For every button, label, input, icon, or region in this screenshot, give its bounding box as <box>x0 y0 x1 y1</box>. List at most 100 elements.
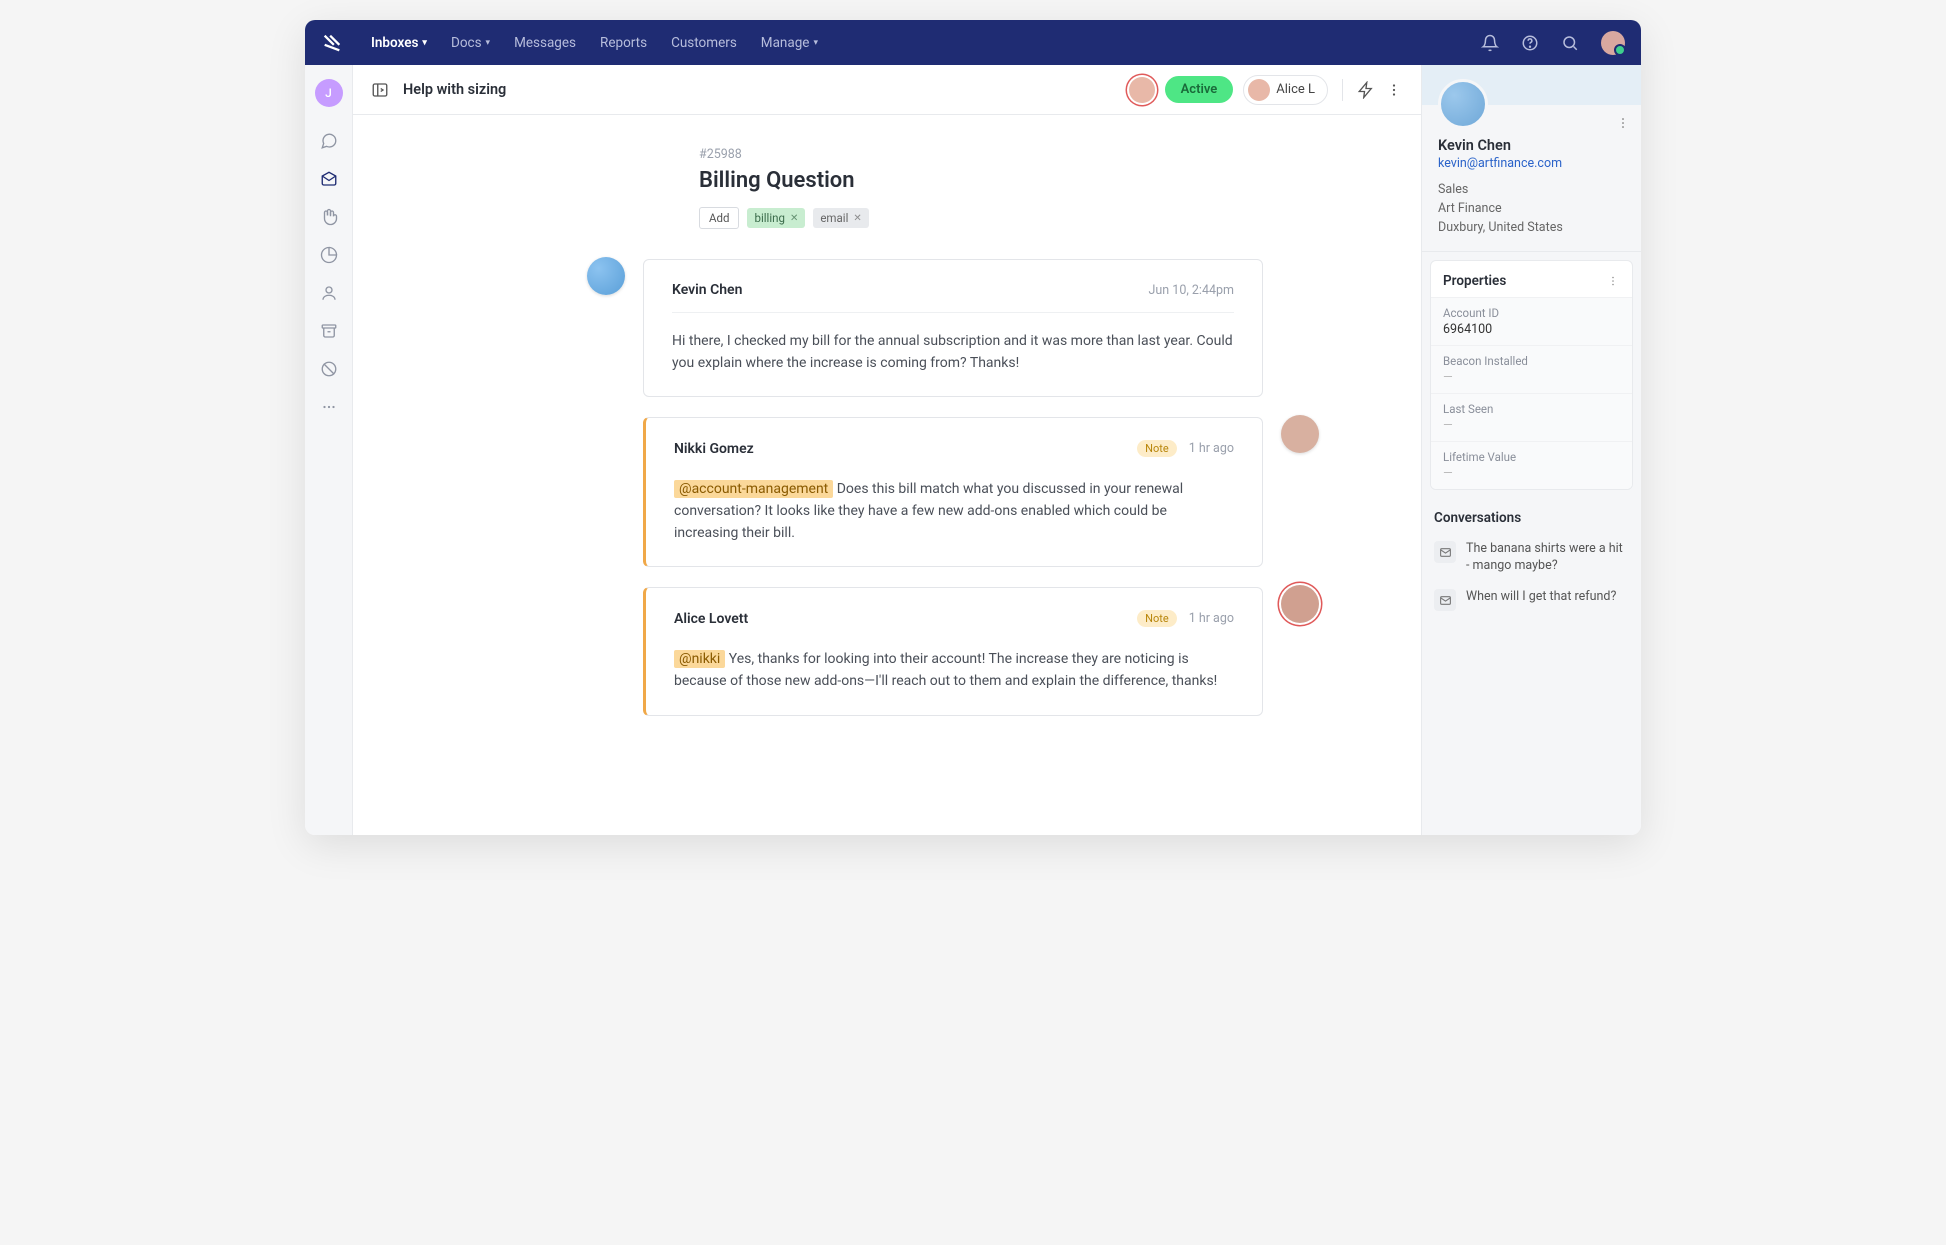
message-head: Nikki Gomez Note 1 hr ago <box>674 440 1234 461</box>
nav-label: Customers <box>671 35 737 51</box>
nav-inboxes[interactable]: Inboxes ▾ <box>371 35 427 51</box>
divider <box>1342 79 1343 101</box>
property-value: 6964100 <box>1443 322 1620 337</box>
more-vertical-icon[interactable] <box>1385 81 1403 99</box>
search-icon[interactable] <box>1561 34 1579 52</box>
remove-tag-icon[interactable]: ✕ <box>853 213 861 224</box>
property-row: Lifetime Value — <box>1431 441 1632 489</box>
property-row: Account ID 6964100 <box>1431 297 1632 345</box>
property-row: Last Seen — <box>1431 393 1632 441</box>
conversation-text: The banana shirts were a hit - mango may… <box>1466 541 1629 575</box>
tag-label: billing <box>754 211 784 225</box>
archive-icon[interactable] <box>319 321 339 341</box>
conversations-section: Conversations The banana shirts were a h… <box>1422 498 1641 624</box>
section-title: Properties <box>1443 273 1506 289</box>
app-window: Inboxes ▾ Docs ▾ Messages Reports Customer… <box>305 20 1641 835</box>
nav-label: Reports <box>600 35 647 51</box>
current-user-avatar[interactable] <box>1601 31 1625 55</box>
status-pill[interactable]: Active <box>1165 76 1234 103</box>
property-row: Beacon Installed — <box>1431 345 1632 393</box>
side-rail: J <box>305 65 353 835</box>
properties-section: Properties Account ID 6964100 Beacon Ins… <box>1422 251 1641 498</box>
conversation-text: When will I get that refund? <box>1466 589 1616 611</box>
notifications-icon[interactable] <box>1481 34 1499 52</box>
remove-tag-icon[interactable]: ✕ <box>790 213 798 224</box>
add-tag-button[interactable]: Add <box>699 207 739 229</box>
more-vertical-icon[interactable] <box>1606 274 1620 288</box>
message-head: Alice Lovett Note 1 hr ago <box>674 610 1234 631</box>
block-icon[interactable] <box>319 359 339 379</box>
chart-icon[interactable] <box>319 245 339 265</box>
conversation-item[interactable]: The banana shirts were a hit - mango may… <box>1434 534 1629 582</box>
lightning-icon[interactable] <box>1357 81 1375 99</box>
mention[interactable]: @nikki <box>674 650 725 668</box>
help-icon[interactable] <box>1521 34 1539 52</box>
customer-meta: Sales Art Finance Duxbury, United States <box>1438 181 1625 237</box>
message-author: Alice Lovett <box>674 611 748 627</box>
person-icon[interactable] <box>319 283 339 303</box>
tag-email[interactable]: email✕ <box>813 208 868 228</box>
property-label: Last Seen <box>1443 402 1620 416</box>
message-card: Kevin Chen Jun 10, 2:44pm Hi there, I ch… <box>643 259 1263 397</box>
top-bar-actions <box>1481 31 1625 55</box>
nav-label: Inboxes <box>371 35 418 51</box>
customer-panel: Kevin Chen kevin@artfinance.com Sales Ar… <box>1421 65 1641 835</box>
message-text: Yes, thanks for looking into their accou… <box>674 651 1217 689</box>
conversation-scroll[interactable]: #25988 Billing Question Add billing✕ ema… <box>353 115 1421 835</box>
app-logo-icon[interactable] <box>321 32 343 54</box>
top-bar: Inboxes ▾ Docs ▾ Messages Reports Customer… <box>305 20 1641 65</box>
hand-icon[interactable] <box>319 207 339 227</box>
assignee-name: Alice L <box>1276 82 1315 97</box>
message-author: Nikki Gomez <box>674 441 754 457</box>
message-card-note: Alice Lovett Note 1 hr ago @nikki Yes, t… <box>643 587 1263 715</box>
chevron-down-icon: ▾ <box>422 38 427 48</box>
message-meta: Jun 10, 2:44pm <box>1149 283 1235 298</box>
message: Nikki Gomez Note 1 hr ago @account-manag… <box>643 417 1263 567</box>
customer-role: Sales <box>1438 181 1625 200</box>
message-body: @nikki Yes, thanks for looking into thei… <box>674 649 1234 692</box>
workspace-avatar[interactable]: J <box>315 79 343 107</box>
chevron-down-icon: ▾ <box>486 38 491 48</box>
nav-label: Docs <box>451 35 482 51</box>
customer-email[interactable]: kevin@artfinance.com <box>1438 156 1625 171</box>
nav-reports[interactable]: Reports <box>600 35 647 51</box>
main-panel: Help with sizing Active Alice L #25988 B… <box>353 65 1421 835</box>
more-icon[interactable] <box>319 397 339 417</box>
message: Kevin Chen Jun 10, 2:44pm Hi there, I ch… <box>643 259 1263 397</box>
section-title: Conversations <box>1434 510 1629 526</box>
panel-toggle-icon[interactable] <box>371 81 389 99</box>
nav-customers[interactable]: Customers <box>671 35 737 51</box>
mail-icon <box>1434 589 1456 611</box>
more-vertical-icon[interactable] <box>1615 115 1631 131</box>
property-label: Account ID <box>1443 306 1620 320</box>
properties-header: Properties <box>1431 261 1632 297</box>
message-meta: Note 1 hr ago <box>1137 610 1234 627</box>
tag-billing[interactable]: billing ✕ <box>747 208 805 228</box>
customer-location: Duxbury, United States <box>1438 219 1625 238</box>
nav-manage[interactable]: Manage▾ <box>761 35 818 51</box>
message-meta: Note 1 hr ago <box>1137 440 1234 457</box>
message-head: Kevin Chen Jun 10, 2:44pm <box>672 282 1234 313</box>
message-avatar <box>1281 415 1319 453</box>
property-label: Lifetime Value <box>1443 450 1620 464</box>
mention[interactable]: @account-management <box>674 480 833 498</box>
nav-docs[interactable]: Docs ▾ <box>451 35 490 51</box>
message-time: 1 hr ago <box>1189 441 1234 456</box>
tags-row: Add billing ✕ email✕ <box>699 207 1361 229</box>
customer-avatar <box>1438 79 1488 129</box>
message-body: @account-management Does this bill match… <box>674 479 1234 544</box>
property-value: — <box>1443 466 1620 481</box>
customer-face-icon[interactable] <box>1129 77 1155 103</box>
customer-header: Kevin Chen kevin@artfinance.com Sales Ar… <box>1422 65 1641 251</box>
chat-icon[interactable] <box>319 131 339 151</box>
conversation-item[interactable]: When will I get that refund? <box>1434 582 1629 618</box>
assignee-pill[interactable]: Alice L <box>1243 75 1328 105</box>
message-time: Jun 10, 2:44pm <box>1149 283 1235 298</box>
inbox-icon[interactable] <box>319 169 339 189</box>
ticket-id: #25988 <box>699 147 1361 162</box>
message: Alice Lovett Note 1 hr ago @nikki Yes, t… <box>643 587 1263 715</box>
nav-messages[interactable]: Messages <box>514 35 576 51</box>
nav-label: Manage <box>761 35 810 51</box>
message-time: 1 hr ago <box>1189 611 1234 626</box>
property-value: — <box>1443 370 1620 385</box>
